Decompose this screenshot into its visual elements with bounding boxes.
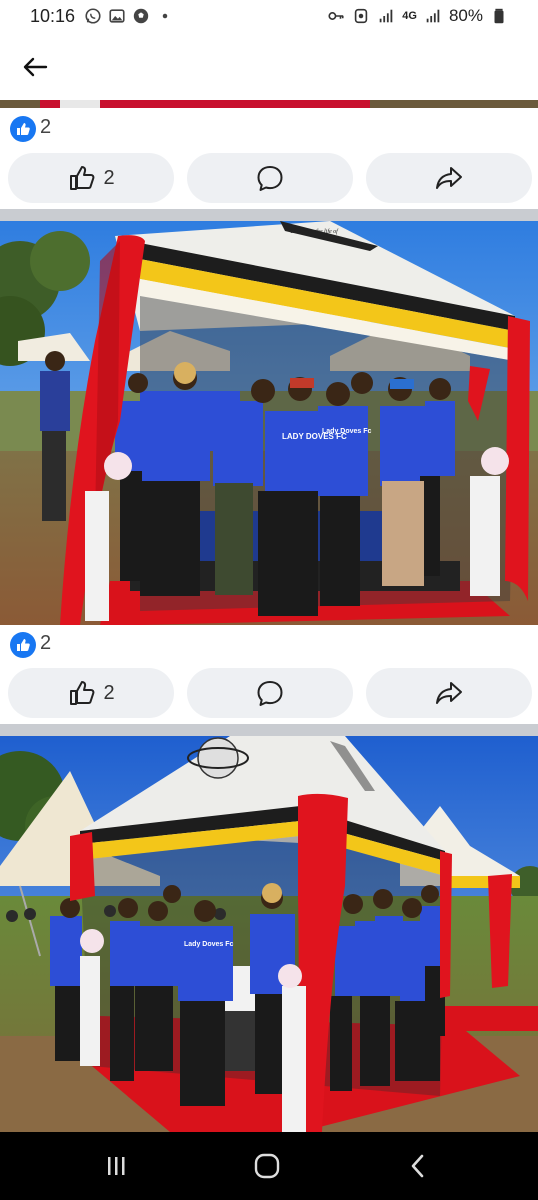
recents-icon [108,1157,125,1175]
photo-fragment-top[interactable] [0,100,538,108]
reaction-count: 2 [40,116,52,138]
share-icon [436,167,462,189]
key-icon [328,12,344,20]
back-button[interactable] [398,1150,438,1182]
like-reaction-icon [10,632,36,658]
share-button[interactable] [366,668,532,718]
football-icon [133,8,149,24]
app-header [0,34,538,98]
reaction-summary[interactable]: 2 [0,108,538,148]
like-count: 2 [103,166,115,189]
battery-icon [494,8,504,24]
like-button[interactable]: 2 [8,668,174,718]
signal-icon [379,9,393,23]
comment-button[interactable] [187,668,353,718]
comment-icon [257,166,283,191]
thumbs-up-icon [70,681,95,705]
post-action-bar: 2 [0,153,538,209]
post-photo[interactable]: Lady Doves Fc [0,736,538,1132]
tent-banner-text: Celebrate the life of [290,228,339,235]
like-button[interactable]: 2 [8,153,174,203]
status-notification-icons [84,7,174,25]
back-arrow-icon[interactable] [20,52,50,82]
home-button[interactable] [247,1150,287,1182]
post-divider [0,724,538,736]
reaction-summary[interactable]: 2 [0,624,538,664]
like-reaction-icon [10,116,36,142]
dot-icon [162,13,168,19]
thumbs-up-icon [70,166,95,190]
alarm-icon [355,8,368,24]
shirt-print: Lady Doves Fc [184,941,234,948]
comment-button[interactable] [187,153,353,203]
battery-percent: 80% [448,6,483,25]
network-type: 4G [402,9,417,22]
share-button[interactable] [366,153,532,203]
recents-button[interactable] [96,1150,136,1182]
post-action-bar: 2 [0,668,538,724]
back-icon [411,1154,424,1178]
whatsapp-icon [85,8,101,24]
home-icon [254,1153,280,1179]
comment-icon [257,681,283,706]
like-count: 2 [103,681,115,704]
shirt-print-back: Lady Doves Fc [322,428,372,435]
signal-icon-2 [426,9,440,23]
gallery-icon [109,9,125,23]
share-icon [436,682,462,704]
status-bar: 10:16 4G 80% [0,0,538,34]
post-divider [0,209,538,221]
status-system-icons: 4G 80% [327,6,508,26]
post-photo[interactable]: LADY DOVES FC Lady Doves Fc Celebrate th… [0,221,538,625]
status-time: 10:16 [30,6,76,26]
system-nav-bar [0,1132,538,1200]
reaction-count: 2 [40,632,52,654]
